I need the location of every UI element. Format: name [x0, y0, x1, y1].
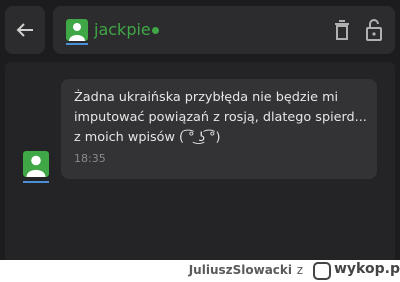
message-timestamp: 18:35 — [74, 152, 106, 165]
username-link[interactable]: jackpie — [94, 19, 151, 41]
lock-icon — [366, 19, 382, 41]
wykop-logo-icon — [313, 262, 331, 280]
message-bubble: Żadna ukraińska przybłęda nie będzie mi … — [61, 79, 377, 179]
avatar-underline — [23, 181, 49, 183]
watermark-separator: z — [296, 263, 303, 277]
online-status-dot — [152, 27, 159, 34]
watermark-site: wykop.pl — [334, 261, 400, 277]
message-avatar[interactable] — [23, 151, 49, 177]
avatar-underline — [66, 43, 88, 45]
arrow-left-icon — [16, 23, 33, 37]
watermark-bar: JuliuszSlowacki z wykop.pl — [0, 260, 400, 282]
delete-button[interactable] — [334, 20, 350, 44]
message-text-line: Żadna ukraińska przybłęda nie będzie mi — [74, 90, 339, 105]
avatar[interactable] — [66, 19, 88, 41]
conversation-header: jackpie — [53, 6, 395, 54]
message-text-line: z moich wpisów ( ͡° ͜ʖ ͡°) — [74, 130, 221, 145]
watermark-author: JuliuszSlowacki — [188, 263, 292, 277]
trash-icon — [335, 20, 349, 40]
back-button[interactable] — [5, 6, 45, 54]
lock-button[interactable] — [366, 19, 382, 45]
message-text-line: imputować powiązań z rosją, dlatego spie… — [74, 110, 367, 125]
